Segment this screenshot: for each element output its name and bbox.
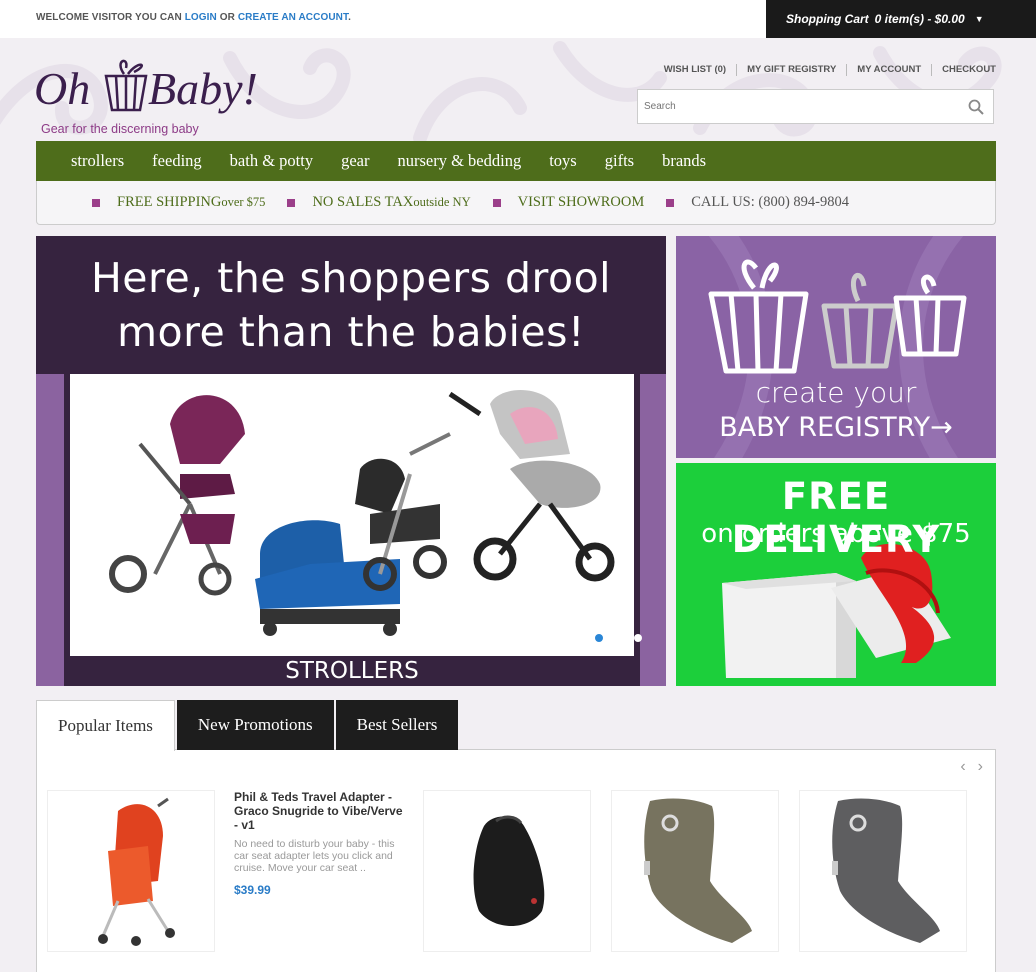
- promo-shipping-rest: over $75: [221, 195, 266, 209]
- free-delivery-banner[interactable]: FREE DELIVERY on orders above $75: [676, 463, 996, 686]
- welcome-message: WELCOME VISITOR YOU CAN LOGIN OR CREATE …: [36, 12, 351, 23]
- bullet-icon: [92, 198, 100, 207]
- product-image[interactable]: [423, 790, 591, 952]
- tab-best-sellers[interactable]: Best Sellers: [335, 700, 459, 750]
- carousel-arrows: ‹ ›: [960, 758, 983, 776]
- nav-item-gifts[interactable]: gifts: [605, 151, 634, 171]
- hero-strollers-image: [70, 374, 634, 656]
- top-bar: WELCOME VISITOR YOU CAN LOGIN OR CREATE …: [0, 0, 1036, 38]
- gift-registry-link[interactable]: MY GIFT REGISTRY: [736, 64, 846, 76]
- login-link[interactable]: LOGIN: [185, 12, 217, 23]
- slide-indicator[interactable]: [634, 634, 642, 642]
- hero-slider[interactable]: Here, the shoppers drool more than the b…: [36, 236, 666, 686]
- stroller-image: [109, 395, 245, 596]
- stroller-image: [355, 432, 451, 591]
- promo-free-shipping[interactable]: FREE SHIPPING over $75: [92, 194, 265, 211]
- bullet-icon: [492, 198, 501, 207]
- baby-registry-banner[interactable]: create your BABY REGISTRY→: [676, 236, 996, 458]
- nav-item-gear[interactable]: gear: [341, 151, 369, 171]
- search-box: [637, 89, 994, 124]
- nav-item-strollers[interactable]: strollers: [71, 151, 124, 171]
- promo-call-us[interactable]: CALL US: (800) 894-9804: [666, 194, 849, 211]
- account-links: WISH LIST (0) MY GIFT REGISTRY MY ACCOUN…: [654, 64, 996, 76]
- promo-tax-rest: outside NY: [413, 195, 471, 209]
- hero-headline: Here, the shoppers drool more than the b…: [36, 236, 666, 374]
- promo-bar: FREE SHIPPING over $75 NO SALES TAX outs…: [36, 181, 996, 225]
- hero-line-2: more than the babies!: [117, 308, 585, 356]
- welcome-period: .: [348, 12, 351, 23]
- nav-item-brands[interactable]: brands: [662, 151, 706, 171]
- promo-shipping-bold: FREE SHIPPING: [117, 194, 222, 210]
- promo-visit-showroom[interactable]: VISIT SHOWROOM: [492, 194, 645, 211]
- gift-icon: [104, 59, 148, 112]
- product-description: No need to disturb your baby - this car …: [234, 838, 395, 874]
- wish-list-link[interactable]: WISH LIST (0): [654, 64, 736, 76]
- delivery-line-2: on orders above $75: [701, 519, 971, 549]
- logo-text-baby: Baby!: [148, 63, 258, 114]
- nav-item-nursery-bedding[interactable]: nursery & bedding: [397, 151, 521, 171]
- tab-new-promotions[interactable]: New Promotions: [176, 700, 334, 750]
- hero-line-1: Here, the shoppers drool: [90, 254, 612, 302]
- bullet-icon: [666, 198, 675, 207]
- welcome-text: WELCOME VISITOR YOU CAN: [36, 12, 185, 23]
- search-input[interactable]: [638, 90, 958, 123]
- logo-text-oh: Oh: [34, 63, 90, 114]
- product-details: Phil & Teds Travel Adapter - Graco Snugr…: [234, 790, 404, 897]
- promo-no-sales-tax[interactable]: NO SALES TAX outside NY: [287, 194, 471, 211]
- shopping-cart-button[interactable]: Shopping Cart 0 item(s) - $0.00 ▼: [766, 0, 1036, 38]
- cart-summary: 0 item(s) - $0.00: [874, 12, 965, 26]
- nav-item-toys[interactable]: toys: [549, 151, 577, 171]
- cart-label: Shopping Cart: [786, 12, 869, 26]
- product-price: $39.99: [234, 883, 271, 897]
- checkout-link[interactable]: CHECKOUT: [931, 64, 996, 76]
- product-tabs: Popular Items New Promotions Best Seller…: [36, 700, 460, 751]
- main-nav: strollers feeding bath & potty gear nurs…: [36, 141, 996, 181]
- nav-item-feeding[interactable]: feeding: [152, 151, 201, 171]
- create-account-link[interactable]: CREATE AN ACCOUNT: [238, 12, 348, 23]
- tab-popular-items[interactable]: Popular Items: [36, 700, 175, 751]
- slide-indicator-active[interactable]: [595, 634, 603, 642]
- product-image[interactable]: [799, 790, 967, 952]
- nav-item-bath-potty[interactable]: bath & potty: [230, 151, 313, 171]
- my-account-link[interactable]: MY ACCOUNT: [846, 64, 931, 76]
- chevron-left-icon[interactable]: ‹: [960, 758, 965, 776]
- promo-tax-bold: NO SALES TAX: [312, 194, 414, 210]
- registry-line-2: BABY REGISTRY→: [719, 412, 953, 443]
- product-carousel: ‹ › Phil & Teds Travel Adapter - Graco S…: [36, 749, 996, 972]
- product-image[interactable]: [47, 790, 215, 952]
- logo-tagline: Gear for the discerning baby: [41, 122, 199, 136]
- stroller-image: [448, 390, 615, 582]
- chevron-down-icon: ▼: [974, 14, 984, 24]
- bullet-icon: [287, 198, 296, 207]
- promo-call: CALL US: (800) 894-9804: [691, 194, 849, 210]
- search-icon[interactable]: [968, 99, 984, 115]
- site-logo[interactable]: Oh Baby! Gear for the discerning baby: [34, 52, 264, 143]
- product-title[interactable]: Phil & Teds Travel Adapter - Graco Snugr…: [234, 790, 404, 832]
- welcome-or: OR: [216, 12, 238, 23]
- chevron-right-icon[interactable]: ›: [978, 758, 983, 776]
- promo-showroom: VISIT SHOWROOM: [517, 194, 645, 210]
- registry-line-1: create your: [755, 376, 917, 409]
- product-image[interactable]: [611, 790, 779, 952]
- hero-caption: STROLLERS: [285, 658, 419, 684]
